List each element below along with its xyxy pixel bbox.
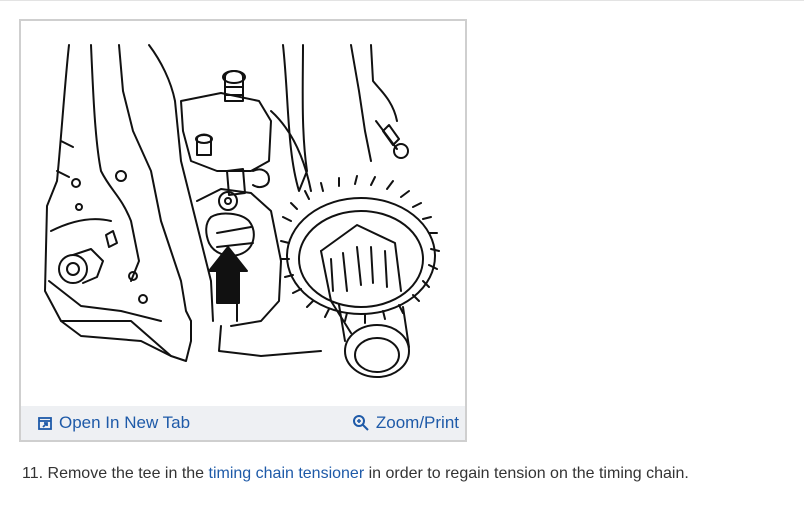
figure-frame: Open In New Tab Zoom/Print <box>19 19 467 442</box>
step-number: 11. <box>22 465 44 482</box>
open-in-new-tab-icon <box>37 415 53 431</box>
zoom-print-link[interactable]: Zoom/Print <box>352 406 459 440</box>
step-instruction: 11. Remove the tee in the timing chain t… <box>22 463 792 485</box>
figure-toolbar: Open In New Tab Zoom/Print <box>21 406 465 440</box>
timing-chain-tensioner-drawing <box>44 44 440 378</box>
zoom-icon <box>352 414 370 432</box>
step-text-before: Remove the tee in the <box>47 465 205 482</box>
open-in-new-tab-label: Open In New Tab <box>59 413 191 432</box>
engine-diagram-image[interactable] <box>21 21 465 406</box>
zoom-print-label: Zoom/Print <box>375 413 459 432</box>
step-text-after: in order to regain tension on the timing… <box>368 465 689 482</box>
open-in-new-tab-link[interactable]: Open In New Tab <box>37 406 190 440</box>
timing-chain-tensioner-link[interactable]: timing chain tensioner <box>209 465 365 482</box>
top-divider <box>0 0 804 1</box>
